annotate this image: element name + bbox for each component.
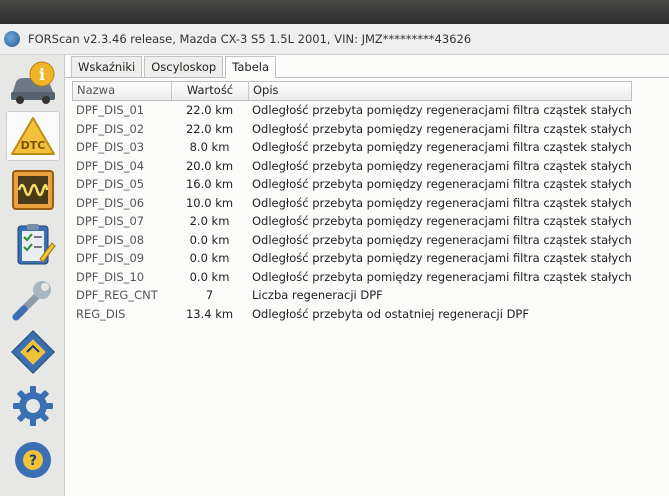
param-value: 16.0 km [185, 177, 234, 191]
sidebar-item-service[interactable] [6, 273, 60, 323]
param-name: DPF_DIS_06 [76, 195, 145, 210]
param-value: 0.0 km [189, 251, 230, 265]
param-name: DPF_DIS_03 [76, 140, 145, 154]
forscan-app-icon [4, 31, 20, 47]
param-description: Odległość przebyta pomiędzy regeneracjam… [252, 177, 632, 191]
table-header: Nazwa Wartość Opis [72, 81, 632, 101]
table-row[interactable]: DPF_DIS_10 0.0 km Odległość przebyta pomię… [72, 268, 632, 287]
param-description: Odległość przebyta pomiędzy regeneracjam… [252, 232, 632, 247]
param-description: Odległość przebyta pomiędzy regeneracjam… [252, 195, 632, 210]
param-name: DPF_DIS_08 [76, 232, 145, 247]
param-description: Odległość przebyta pomiędzy regeneracjam… [252, 269, 632, 284]
tab-tabela[interactable]: Tabela [225, 56, 277, 78]
param-description: Odległość przebyta pomiędzy regeneracjam… [252, 140, 632, 154]
param-description: Odległość przebyta pomiędzy regeneracjam… [252, 103, 632, 117]
tab-wskazniki[interactable]: Wskaźniki [71, 56, 143, 77]
table-row[interactable]: DPF_DIS_08 0.0 km Odległość przebyta pomię… [72, 231, 632, 250]
sidebar-item-oscilloscope[interactable] [6, 165, 60, 215]
main-panel: Wskaźniki Oscyloskop Tabela Nazwa Wartoś… [65, 55, 669, 496]
table-row[interactable]: DPF_DIS_04 20.0 km Odległość przebyta pomi… [72, 157, 632, 176]
table-row[interactable]: DPF_DIS_01 22.0 km Odległość przebyta pomi… [72, 101, 632, 120]
window-title: FORScan v2.3.46 release, Mazda CX-3 S5 1… [28, 32, 472, 46]
sidebar-item-settings[interactable] [6, 381, 60, 431]
monitor-bezel [0, 0, 669, 24]
sidebar-item-help[interactable]: ? [6, 435, 60, 485]
param-description: Odległość przebyta pomiędzy regeneracjam… [252, 121, 632, 136]
param-description: Odległość przebyta pomiędzy regeneracjam… [252, 214, 632, 228]
param-value: 20.0 km [185, 158, 234, 173]
param-value: 22.0 km [185, 103, 234, 117]
oscilloscope-icon [12, 170, 54, 210]
param-value: 8.0 km [189, 140, 230, 154]
sidebar-item-configuration[interactable] [6, 327, 60, 377]
param-value: 10.0 km [185, 195, 234, 210]
param-name: DPF_DIS_07 [76, 214, 145, 228]
param-value: 0.0 km [189, 269, 230, 284]
dtc-warning-icon: DTC [11, 117, 55, 155]
param-name: DPF_DIS_04 [76, 158, 145, 173]
param-description: Odległość przebyta pomiędzy regeneracjam… [252, 251, 632, 265]
param-value: 2.0 km [189, 214, 230, 228]
tab-oscyloskop[interactable]: Oscyloskop [144, 56, 224, 77]
param-name: DPF_DIS_01 [76, 103, 145, 117]
svg-text:i: i [39, 65, 45, 84]
car-info-icon: i [11, 61, 55, 104]
chip-icon [11, 330, 55, 374]
param-description: Liczba regeneracji DPF [252, 288, 383, 302]
param-name: DPF_REG_CNT [76, 288, 158, 302]
sidebar-item-tests[interactable] [6, 219, 60, 269]
tab-bar: Wskaźniki Oscyloskop Tabela [65, 55, 669, 78]
param-name: REG_DIS [76, 306, 126, 321]
app-window: FORScan v2.3.46 release, Mazda CX-3 S5 1… [0, 24, 669, 496]
wrench-icon [12, 281, 51, 321]
param-name: DPF_DIS_09 [76, 251, 145, 265]
param-value: 22.0 km [185, 121, 234, 136]
table-row[interactable]: REG_DIS 13.4 km Odległość przebyta od osta… [72, 305, 632, 324]
param-description: Odległość przebyta pomiędzy regeneracjam… [252, 158, 632, 173]
param-name: DPF_DIS_05 [76, 177, 145, 191]
param-value: 13.4 km [185, 306, 234, 321]
column-header-wartosc[interactable]: Wartość [172, 82, 249, 100]
svg-text:?: ? [29, 453, 37, 469]
param-name: DPF_DIS_02 [76, 121, 145, 136]
sidebar-item-dtc[interactable]: DTC [6, 111, 60, 161]
sidebar: i DTC ? [0, 55, 65, 496]
svg-text:DTC: DTC [21, 139, 46, 152]
checklist-icon [17, 224, 56, 265]
help-icon: ? [15, 442, 51, 478]
table-row[interactable]: DPF_REG_CNT 7 Liczba regeneracji DPF [72, 286, 632, 305]
column-header-nazwa[interactable]: Nazwa [73, 82, 172, 100]
param-value: 0.0 km [189, 232, 230, 247]
sidebar-item-info[interactable]: i [6, 57, 60, 107]
param-description: Odległość przebyta od ostatniej regenera… [252, 306, 529, 321]
table-row[interactable]: DPF_DIS_05 16.0 km Odległość przebyta pomi… [72, 175, 632, 194]
param-value: 7 [205, 288, 214, 302]
gear-icon [13, 386, 53, 426]
table-row[interactable]: DPF_DIS_06 10.0 km Odległość przebyta pomi… [72, 194, 632, 213]
table-body: DPF_DIS_01 22.0 km Odległość przebyta pomi… [72, 101, 632, 323]
column-header-opis[interactable]: Opis [249, 82, 631, 100]
table-row[interactable]: DPF_DIS_09 0.0 km Odległość przebyta pomię… [72, 249, 632, 268]
table-row[interactable]: DPF_DIS_02 22.0 km Odległość przebyta pomi… [72, 120, 632, 139]
parameter-table: Nazwa Wartość Opis DPF_DIS_01 22.0 km Odle… [72, 81, 632, 323]
table-row[interactable]: DPF_DIS_07 2.0 km Odległość przebyta pomię… [72, 212, 632, 231]
param-name: DPF_DIS_10 [76, 269, 145, 284]
table-row[interactable]: DPF_DIS_03 8.0 km Odległość przebyta pomię… [72, 138, 632, 157]
title-bar: FORScan v2.3.46 release, Mazda CX-3 S5 1… [0, 24, 669, 55]
